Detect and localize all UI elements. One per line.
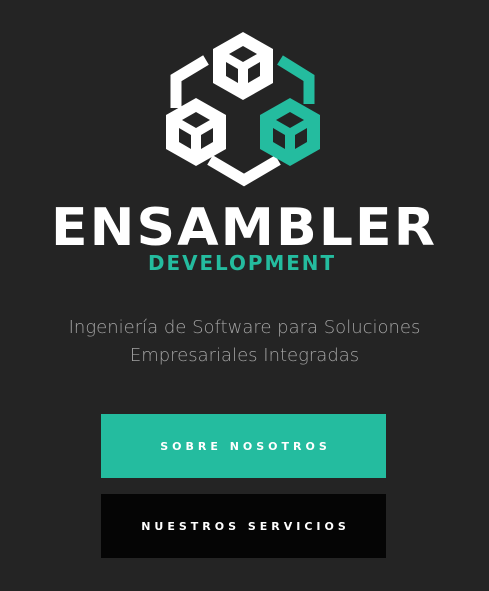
- about-us-button[interactable]: SOBRE NOSOTROS: [101, 414, 386, 478]
- cube-top-icon: [213, 32, 273, 100]
- tagline-line-1: Ingeniería de Software para Soluciones: [68, 317, 421, 338]
- our-services-button[interactable]: NUESTROS SERVICIOS: [101, 494, 386, 558]
- tagline-line-2: Empresariales Integradas: [129, 345, 360, 366]
- cube-left-icon: [166, 98, 226, 166]
- tagline: Ingeniería de Software para Soluciones E…: [0, 314, 489, 370]
- cube-right-icon: [260, 98, 320, 166]
- three-cubes-icon: [166, 32, 320, 187]
- brand-subname: DEVELOPMENT: [148, 251, 336, 275]
- brand-name: ENSAMBLER: [51, 198, 437, 258]
- brand-logo: ENSAMBLER DEVELOPMENT: [51, 32, 437, 275]
